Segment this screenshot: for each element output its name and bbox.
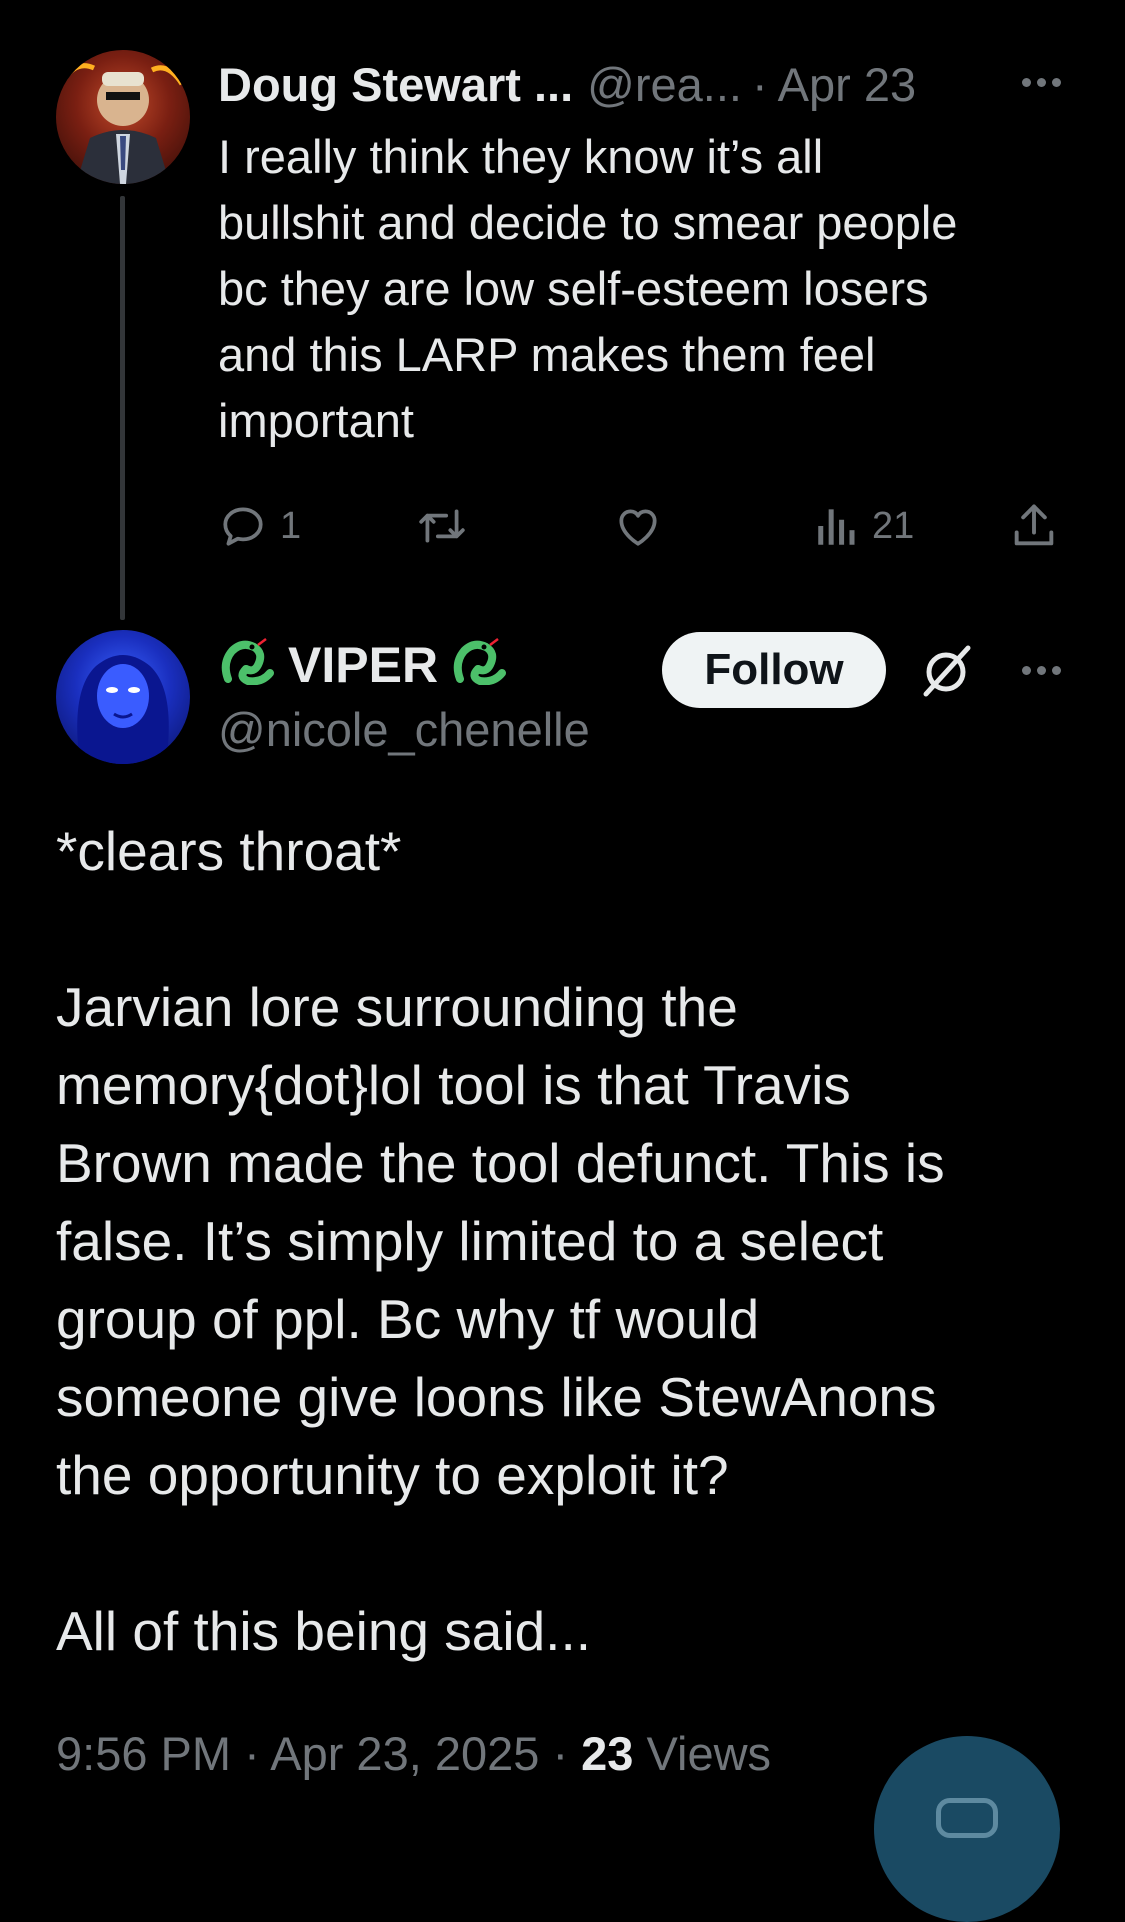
tweet-metadata: 9:56 PM · Apr 23, 2025 · 23 Views	[56, 1726, 771, 1781]
meta-separator: ·	[552, 1727, 569, 1780]
views-count: 23	[581, 1727, 634, 1780]
text-line: memory{dot}lol tool is that Travis	[56, 1054, 851, 1116]
parent-author-avatar[interactable]	[56, 50, 190, 184]
analytics-icon	[818, 509, 855, 545]
snake-emoji-icon	[218, 633, 276, 697]
header-separator: ·	[751, 57, 768, 111]
parent-tweet-text: I really think they know it’s all bullsh…	[218, 124, 1068, 454]
text-line: Jarvian lore surrounding the	[56, 976, 738, 1038]
parent-tweet-actions: 1 21	[218, 496, 1068, 556]
text-line: false. It’s simply limited to a select	[56, 1210, 884, 1272]
snake-emoji-icon	[450, 633, 508, 697]
share-icon	[1014, 504, 1054, 546]
heart-icon	[619, 509, 657, 546]
tweet-paragraph: All of this being said...	[56, 1592, 1076, 1670]
text-line: important	[218, 394, 414, 447]
text-line: someone give loons like StewAnons	[56, 1366, 937, 1428]
parent-author-handle[interactable]: @rea...	[587, 57, 742, 112]
main-tweet-text: *clears throat* Jarvian lore surrounding…	[56, 812, 1076, 1670]
text-line: All of this being said...	[56, 1600, 592, 1662]
retweet-icon	[419, 509, 465, 543]
views-label: Views	[646, 1727, 772, 1780]
meta-separator: ·	[244, 1727, 260, 1780]
text-line: bullshit and decide to smear people	[218, 196, 958, 249]
main-author-handle[interactable]: @nicole_chenelle	[218, 702, 590, 757]
tweet-time[interactable]: 9:56 PM	[56, 1727, 231, 1780]
text-line: group of ppl. Bc why tf would	[56, 1288, 760, 1350]
text-line: the opportunity to exploit it?	[56, 1444, 729, 1506]
tweet-date[interactable]: Apr 23, 2025	[270, 1727, 539, 1780]
text-line: Brown made the tool defunct. This is	[56, 1132, 945, 1194]
parent-author-name[interactable]: Doug Stewart ...	[218, 57, 573, 112]
like-button[interactable]	[610, 496, 666, 556]
follow-button[interactable]: Follow	[662, 632, 886, 708]
text-line: bc they are low self-esteem losers	[218, 262, 929, 315]
main-author-block: VIPER @nicole_chenelle	[218, 630, 590, 757]
parent-tweet[interactable]: Doug Stewart ... @rea... · Apr 23 I real…	[0, 0, 1125, 640]
reply-icon	[223, 507, 263, 546]
views-count: 21	[872, 504, 915, 547]
main-more-options-icon[interactable]	[1022, 666, 1061, 675]
reply-count: 1	[280, 504, 302, 547]
views-button[interactable]: 21	[814, 496, 914, 556]
avatar-illustration	[61, 63, 185, 184]
parent-tweet-date[interactable]: Apr 23	[778, 57, 916, 112]
text-line: and this LARP makes them feel	[218, 328, 876, 381]
grok-icon[interactable]	[916, 640, 976, 700]
main-author-name-row[interactable]: VIPER	[218, 630, 590, 700]
tweet-paragraph: Jarvian lore surrounding the memory{dot}…	[56, 968, 1076, 1514]
tweet-paragraph: *clears throat*	[56, 812, 1076, 890]
text-line: *clears throat*	[56, 820, 402, 882]
main-author-name: VIPER	[288, 637, 439, 693]
main-author-avatar[interactable]	[56, 630, 190, 764]
thread-connector-line	[120, 196, 125, 620]
parent-tweet-header: Doug Stewart ... @rea... · Apr 23	[218, 54, 1065, 114]
parent-more-options-icon[interactable]	[1022, 78, 1061, 87]
retweet-button[interactable]	[414, 496, 470, 556]
share-button[interactable]	[1008, 496, 1060, 556]
avatar-illustration	[77, 655, 169, 764]
compose-icon	[936, 1798, 998, 1838]
text-line: I really think they know it’s all	[218, 130, 824, 183]
reply-button[interactable]: 1	[218, 496, 301, 556]
